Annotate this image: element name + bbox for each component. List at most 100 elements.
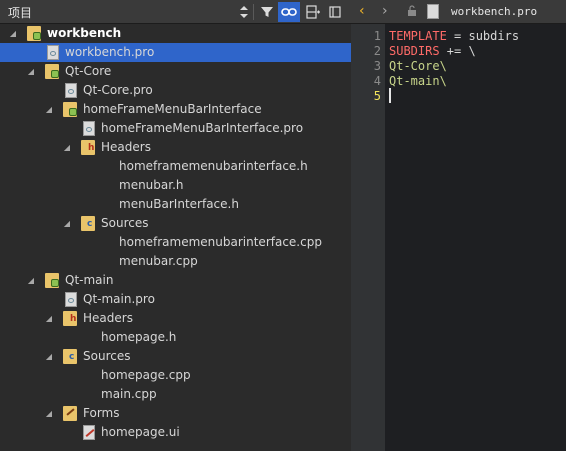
sources-folder-icon [63,349,77,364]
code-keyword: SUBDIRS [389,44,440,58]
tree-item-label: Qt-Core [65,64,112,78]
tree-item-label: homeFrameMenuBarInterface.pro [101,121,304,135]
tree-item-label: workbench [47,26,122,40]
editor-panel: ‹ › workbench.pro 1 2 3 4 5 TEMPLATE = s… [351,0,566,451]
open-file-name[interactable]: workbench.pro [451,5,537,18]
pro-file-icon [47,45,59,60]
headers-folder-icon [81,140,95,155]
toolbar-divider [253,4,254,20]
pro-file-icon [427,4,439,19]
expand-arrow-icon[interactable]: ◢ [44,404,54,423]
text-cursor [389,88,391,103]
code-path: Qt-Core\ [389,59,447,73]
back-arrow-icon[interactable]: ‹ [359,3,365,19]
tree-item-label: Qt-main [65,273,114,287]
tree-item-label: menubar.cpp [119,254,198,268]
tree-item-file[interactable]: menubar.h [0,176,351,195]
tree-item-forms[interactable]: ◢ Forms [0,404,351,423]
tree-item-label: Qt-main.pro [83,292,155,306]
expand-arrow-icon[interactable]: ◢ [62,214,72,233]
code-operator: = [446,29,469,43]
tree-item-sources[interactable]: ◢ Sources [0,214,351,233]
split-icon[interactable] [302,2,324,22]
line-number: 3 [373,59,381,73]
tree-item-homepage-ui[interactable]: homepage.ui [0,423,351,442]
tree-item-qt-main[interactable]: ◢ Qt-main [0,271,351,290]
current-line-number: 5 [373,89,381,103]
editor-toolbar: ‹ › workbench.pro [351,0,566,24]
tree-item-label: menubar.h [119,178,184,192]
expand-arrow-icon[interactable]: ◢ [8,24,18,43]
code-line: SUBDIRS += \ [389,44,476,58]
tree-item-file[interactable]: homeframemenubarinterface.cpp [0,233,351,252]
tree-item-workbench[interactable]: ◢ workbench [0,24,351,43]
qt-project-folder-icon [45,273,59,288]
code-line: TEMPLATE = subdirs [389,29,519,43]
line-number-gutter: 1 2 3 4 5 [351,24,385,451]
close-panel-icon[interactable] [324,2,346,22]
tree-item-file[interactable]: homepage.cpp [0,366,351,385]
headers-folder-icon [63,311,77,326]
tree-item-homeframemenubarinterface-pro[interactable]: homeFrameMenuBarInterface.pro [0,119,351,138]
qt-project-folder-icon [63,102,77,117]
forward-arrow-icon[interactable]: › [382,3,388,19]
pro-file-icon [65,292,77,307]
code-line: Qt-main\ [389,74,447,88]
project-panel: 项目 ◢ workbench workbench.pro ◢ Qt-Core Q… [0,0,351,451]
sources-folder-icon [81,216,95,231]
updown-icon[interactable] [233,2,255,22]
tree-item-sources[interactable]: ◢ Sources [0,347,351,366]
tree-item-file[interactable]: homepage.h [0,328,351,347]
tree-item-workbench-pro[interactable]: workbench.pro [0,43,351,62]
expand-arrow-icon[interactable]: ◢ [26,62,36,81]
tree-item-label: Headers [83,311,133,325]
tree-item-label: Headers [101,140,151,154]
tree-item-qt-core[interactable]: ◢ Qt-Core [0,62,351,81]
tree-item-label: Sources [101,216,149,230]
forms-folder-icon [63,406,77,421]
code-operator: += [439,44,469,58]
tree-item-headers[interactable]: ◢ Headers [0,309,351,328]
code-value: subdirs [468,29,520,43]
ui-file-icon [83,425,95,440]
tree-item-label: menuBarInterface.h [119,197,239,211]
tree-item-label: Forms [83,406,120,420]
tree-item-label: Qt-Core.pro [83,83,153,97]
project-tree: ◢ workbench workbench.pro ◢ Qt-Core Qt-C… [0,24,351,451]
pro-file-icon [83,121,95,136]
expand-arrow-icon[interactable]: ◢ [44,309,54,328]
project-toolbar: 项目 [0,0,351,24]
expand-arrow-icon[interactable]: ◢ [44,100,54,119]
tree-item-file[interactable]: main.cpp [0,385,351,404]
tree-item-qt-main-pro[interactable]: Qt-main.pro [0,290,351,309]
tree-item-label: homepage.ui [101,425,180,439]
code-path: Qt-main\ [389,74,447,88]
tree-item-headers[interactable]: ◢ Headers [0,138,351,157]
tree-item-label: homeframemenubarinterface.cpp [119,235,322,249]
tree-item-homeframemenubarinterface[interactable]: ◢ homeFrameMenuBarInterface [0,100,351,119]
qt-project-folder-icon [45,64,59,79]
expand-arrow-icon[interactable]: ◢ [26,271,36,290]
filter-icon[interactable] [256,2,278,22]
expand-arrow-icon[interactable]: ◢ [44,347,54,366]
project-view-selector[interactable]: 项目 [8,4,32,21]
expand-arrow-icon[interactable]: ◢ [62,138,72,157]
tree-item-label: main.cpp [101,387,157,401]
link-icon[interactable] [278,2,300,22]
lock-icon[interactable] [407,5,417,17]
tree-item-label: workbench.pro [65,45,155,59]
code-value: \ [468,44,476,58]
tree-item-label: homeframemenubarinterface.h [119,159,308,173]
code-line: Qt-Core\ [389,59,447,73]
tree-item-file[interactable]: menubar.cpp [0,252,351,271]
tree-item-label: homeFrameMenuBarInterface [83,102,262,116]
tree-item-label: homepage.cpp [101,368,191,382]
line-number: 1 [373,29,381,43]
line-number: 4 [373,74,381,88]
tree-item-file[interactable]: homeframemenubarinterface.h [0,157,351,176]
tree-item-label: homepage.h [101,330,177,344]
line-number: 2 [373,44,381,58]
code-keyword: TEMPLATE [389,29,447,43]
tree-item-qt-core-pro[interactable]: Qt-Core.pro [0,81,351,100]
tree-item-file[interactable]: menuBarInterface.h [0,195,351,214]
